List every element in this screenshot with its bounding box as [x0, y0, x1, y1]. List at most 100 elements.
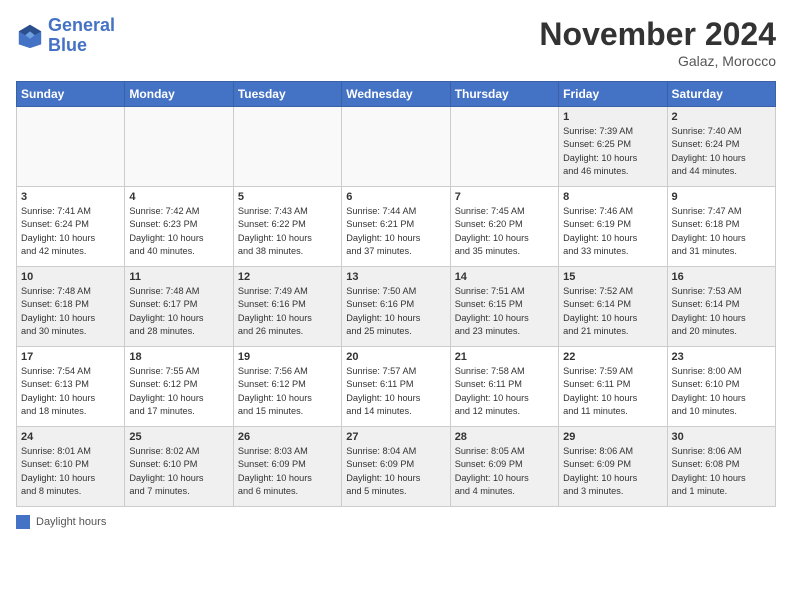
calendar-cell: 2 Sunrise: 7:40 AMSunset: 6:24 PMDaylight… — [667, 107, 775, 187]
calendar-cell: 18Sunrise: 7:55 AMSunset: 6:12 PMDayligh… — [125, 347, 233, 427]
day-number: 24 — [21, 431, 120, 443]
day-info: Sunrise: 7:44 AMSunset: 6:21 PMDaylight:… — [346, 205, 445, 258]
calendar-cell: 25 Sunrise: 8:02 AMSunset: 6:10 PMDayligh… — [125, 427, 233, 507]
column-header-tuesday: Tuesday — [233, 82, 341, 107]
day-info: Sunrise: 7:51 AMSunset: 6:15 PMDaylight:… — [455, 285, 554, 338]
page-header: GeneralBlue November 2024 Galaz, Morocco — [16, 16, 776, 69]
calendar-cell: 4 Sunrise: 7:42 AMSunset: 6:23 PMDaylight… — [125, 187, 233, 267]
day-info: Sunrise: 7:48 AMSunset: 6:17 PMDaylight:… — [129, 285, 228, 338]
day-number: 27 — [346, 431, 445, 443]
column-header-friday: Friday — [559, 82, 667, 107]
calendar-cell: 20Sunrise: 7:57 AMSunset: 6:11 PMDayligh… — [342, 347, 450, 427]
day-info: Sunrise: 7:50 AMSunset: 6:16 PMDaylight:… — [346, 285, 445, 338]
day-info: Sunrise: 7:45 AMSunset: 6:20 PMDaylight:… — [455, 205, 554, 258]
calendar-header-row: SundayMondayTuesdayWednesdayThursdayFrid… — [17, 82, 776, 107]
day-info: Sunrise: 7:52 AMSunset: 6:14 PMDaylight:… — [563, 285, 662, 338]
day-info: Sunrise: 7:58 AMSunset: 6:11 PMDaylight:… — [455, 365, 554, 418]
day-number: 3 — [21, 191, 120, 203]
day-info: Sunrise: 8:03 AMSunset: 6:09 PMDaylight:… — [238, 445, 337, 498]
calendar-cell: 15 Sunrise: 7:52 AMSunset: 6:14 PMDayligh… — [559, 267, 667, 347]
calendar-cell: 14Sunrise: 7:51 AMSunset: 6:15 PMDayligh… — [450, 267, 558, 347]
day-info: Sunrise: 7:42 AMSunset: 6:23 PMDaylight:… — [129, 205, 228, 258]
day-number: 9 — [672, 191, 771, 203]
day-info: Sunrise: 8:02 AMSunset: 6:10 PMDaylight:… — [129, 445, 228, 498]
calendar-cell: 22 Sunrise: 7:59 AMSunset: 6:11 PMDayligh… — [559, 347, 667, 427]
day-number: 6 — [346, 191, 445, 203]
day-info: Sunrise: 7:43 AMSunset: 6:22 PMDaylight:… — [238, 205, 337, 258]
calendar-cell: 30 Sunrise: 8:06 AMSunset: 6:08 PMDayligh… — [667, 427, 775, 507]
day-number: 2 — [672, 111, 771, 123]
day-info: Sunrise: 7:53 AMSunset: 6:14 PMDaylight:… — [672, 285, 771, 338]
calendar-cell: 24 Sunrise: 8:01 AMSunset: 6:10 PMDayligh… — [17, 427, 125, 507]
calendar-week-row: 24 Sunrise: 8:01 AMSunset: 6:10 PMDayligh… — [17, 427, 776, 507]
day-number: 15 — [563, 271, 662, 283]
legend-color-box — [16, 515, 30, 529]
column-header-thursday: Thursday — [450, 82, 558, 107]
calendar-cell: 29 Sunrise: 8:06 AMSunset: 6:09 PMDayligh… — [559, 427, 667, 507]
calendar-table: SundayMondayTuesdayWednesdayThursdayFrid… — [16, 81, 776, 507]
calendar-cell: 5Sunrise: 7:43 AMSunset: 6:22 PMDaylight… — [233, 187, 341, 267]
day-info: Sunrise: 8:06 AMSunset: 6:08 PMDaylight:… — [672, 445, 771, 498]
day-number: 8 — [563, 191, 662, 203]
calendar-cell: 3 Sunrise: 7:41 AMSunset: 6:24 PMDaylight… — [17, 187, 125, 267]
calendar-cell: 19 Sunrise: 7:56 AMSunset: 6:12 PMDayligh… — [233, 347, 341, 427]
day-number: 19 — [238, 351, 337, 363]
day-info: Sunrise: 7:41 AMSunset: 6:24 PMDaylight:… — [21, 205, 120, 258]
calendar-cell: 16 Sunrise: 7:53 AMSunset: 6:14 PMDayligh… — [667, 267, 775, 347]
calendar-cell: 28 Sunrise: 8:05 AMSunset: 6:09 PMDayligh… — [450, 427, 558, 507]
calendar-week-row: 17 Sunrise: 7:54 AMSunset: 6:13 PMDayligh… — [17, 347, 776, 427]
day-info: Sunrise: 7:59 AMSunset: 6:11 PMDaylight:… — [563, 365, 662, 418]
logo: GeneralBlue — [16, 16, 115, 56]
day-info: Sunrise: 7:56 AMSunset: 6:12 PMDaylight:… — [238, 365, 337, 418]
calendar-cell: 11 Sunrise: 7:48 AMSunset: 6:17 PMDayligh… — [125, 267, 233, 347]
day-info: Sunrise: 7:48 AMSunset: 6:18 PMDaylight:… — [21, 285, 120, 338]
calendar-cell: 6 Sunrise: 7:44 AMSunset: 6:21 PMDaylight… — [342, 187, 450, 267]
day-info: Sunrise: 7:40 AMSunset: 6:24 PMDaylight:… — [672, 125, 771, 178]
day-number: 16 — [672, 271, 771, 283]
day-number: 4 — [129, 191, 228, 203]
day-number: 22 — [563, 351, 662, 363]
logo-icon — [16, 22, 44, 50]
day-info: Sunrise: 8:05 AMSunset: 6:09 PMDaylight:… — [455, 445, 554, 498]
day-info: Sunrise: 7:39 AMSunset: 6:25 PMDaylight:… — [563, 125, 662, 178]
day-number: 25 — [129, 431, 228, 443]
day-info: Sunrise: 7:49 AMSunset: 6:16 PMDaylight:… — [238, 285, 337, 338]
day-info: Sunrise: 8:04 AMSunset: 6:09 PMDaylight:… — [346, 445, 445, 498]
day-info: Sunrise: 8:06 AMSunset: 6:09 PMDaylight:… — [563, 445, 662, 498]
calendar-cell: 23Sunrise: 8:00 AMSunset: 6:10 PMDayligh… — [667, 347, 775, 427]
day-info: Sunrise: 7:54 AMSunset: 6:13 PMDaylight:… — [21, 365, 120, 418]
day-number: 12 — [238, 271, 337, 283]
calendar-cell: 13 Sunrise: 7:50 AMSunset: 6:16 PMDayligh… — [342, 267, 450, 347]
day-number: 26 — [238, 431, 337, 443]
calendar-cell: 7Sunrise: 7:45 AMSunset: 6:20 PMDaylight… — [450, 187, 558, 267]
calendar-cell: 17 Sunrise: 7:54 AMSunset: 6:13 PMDayligh… — [17, 347, 125, 427]
column-header-saturday: Saturday — [667, 82, 775, 107]
day-number: 28 — [455, 431, 554, 443]
day-number: 13 — [346, 271, 445, 283]
logo-text: GeneralBlue — [48, 16, 115, 56]
day-number: 11 — [129, 271, 228, 283]
day-info: Sunrise: 8:01 AMSunset: 6:10 PMDaylight:… — [21, 445, 120, 498]
day-number: 29 — [563, 431, 662, 443]
calendar-cell: 26 Sunrise: 8:03 AMSunset: 6:09 PMDayligh… — [233, 427, 341, 507]
calendar-cell: 9Sunrise: 7:47 AMSunset: 6:18 PMDaylight… — [667, 187, 775, 267]
calendar-cell: 10 Sunrise: 7:48 AMSunset: 6:18 PMDayligh… — [17, 267, 125, 347]
day-number: 17 — [21, 351, 120, 363]
day-info: Sunrise: 8:00 AMSunset: 6:10 PMDaylight:… — [672, 365, 771, 418]
calendar-week-row: 3 Sunrise: 7:41 AMSunset: 6:24 PMDaylight… — [17, 187, 776, 267]
calendar-week-row: 10 Sunrise: 7:48 AMSunset: 6:18 PMDayligh… — [17, 267, 776, 347]
calendar-cell — [17, 107, 125, 187]
month-title: November 2024 — [539, 16, 776, 53]
calendar-cell: 27 Sunrise: 8:04 AMSunset: 6:09 PMDayligh… — [342, 427, 450, 507]
calendar-cell — [233, 107, 341, 187]
calendar-cell: 21Sunrise: 7:58 AMSunset: 6:11 PMDayligh… — [450, 347, 558, 427]
title-block: November 2024 Galaz, Morocco — [539, 16, 776, 69]
legend-label: Daylight hours — [36, 516, 106, 528]
calendar-cell: 1Sunrise: 7:39 AMSunset: 6:25 PMDaylight… — [559, 107, 667, 187]
day-number: 20 — [346, 351, 445, 363]
day-number: 30 — [672, 431, 771, 443]
column-header-wednesday: Wednesday — [342, 82, 450, 107]
day-number: 10 — [21, 271, 120, 283]
day-info: Sunrise: 7:55 AMSunset: 6:12 PMDaylight:… — [129, 365, 228, 418]
location: Galaz, Morocco — [539, 53, 776, 69]
